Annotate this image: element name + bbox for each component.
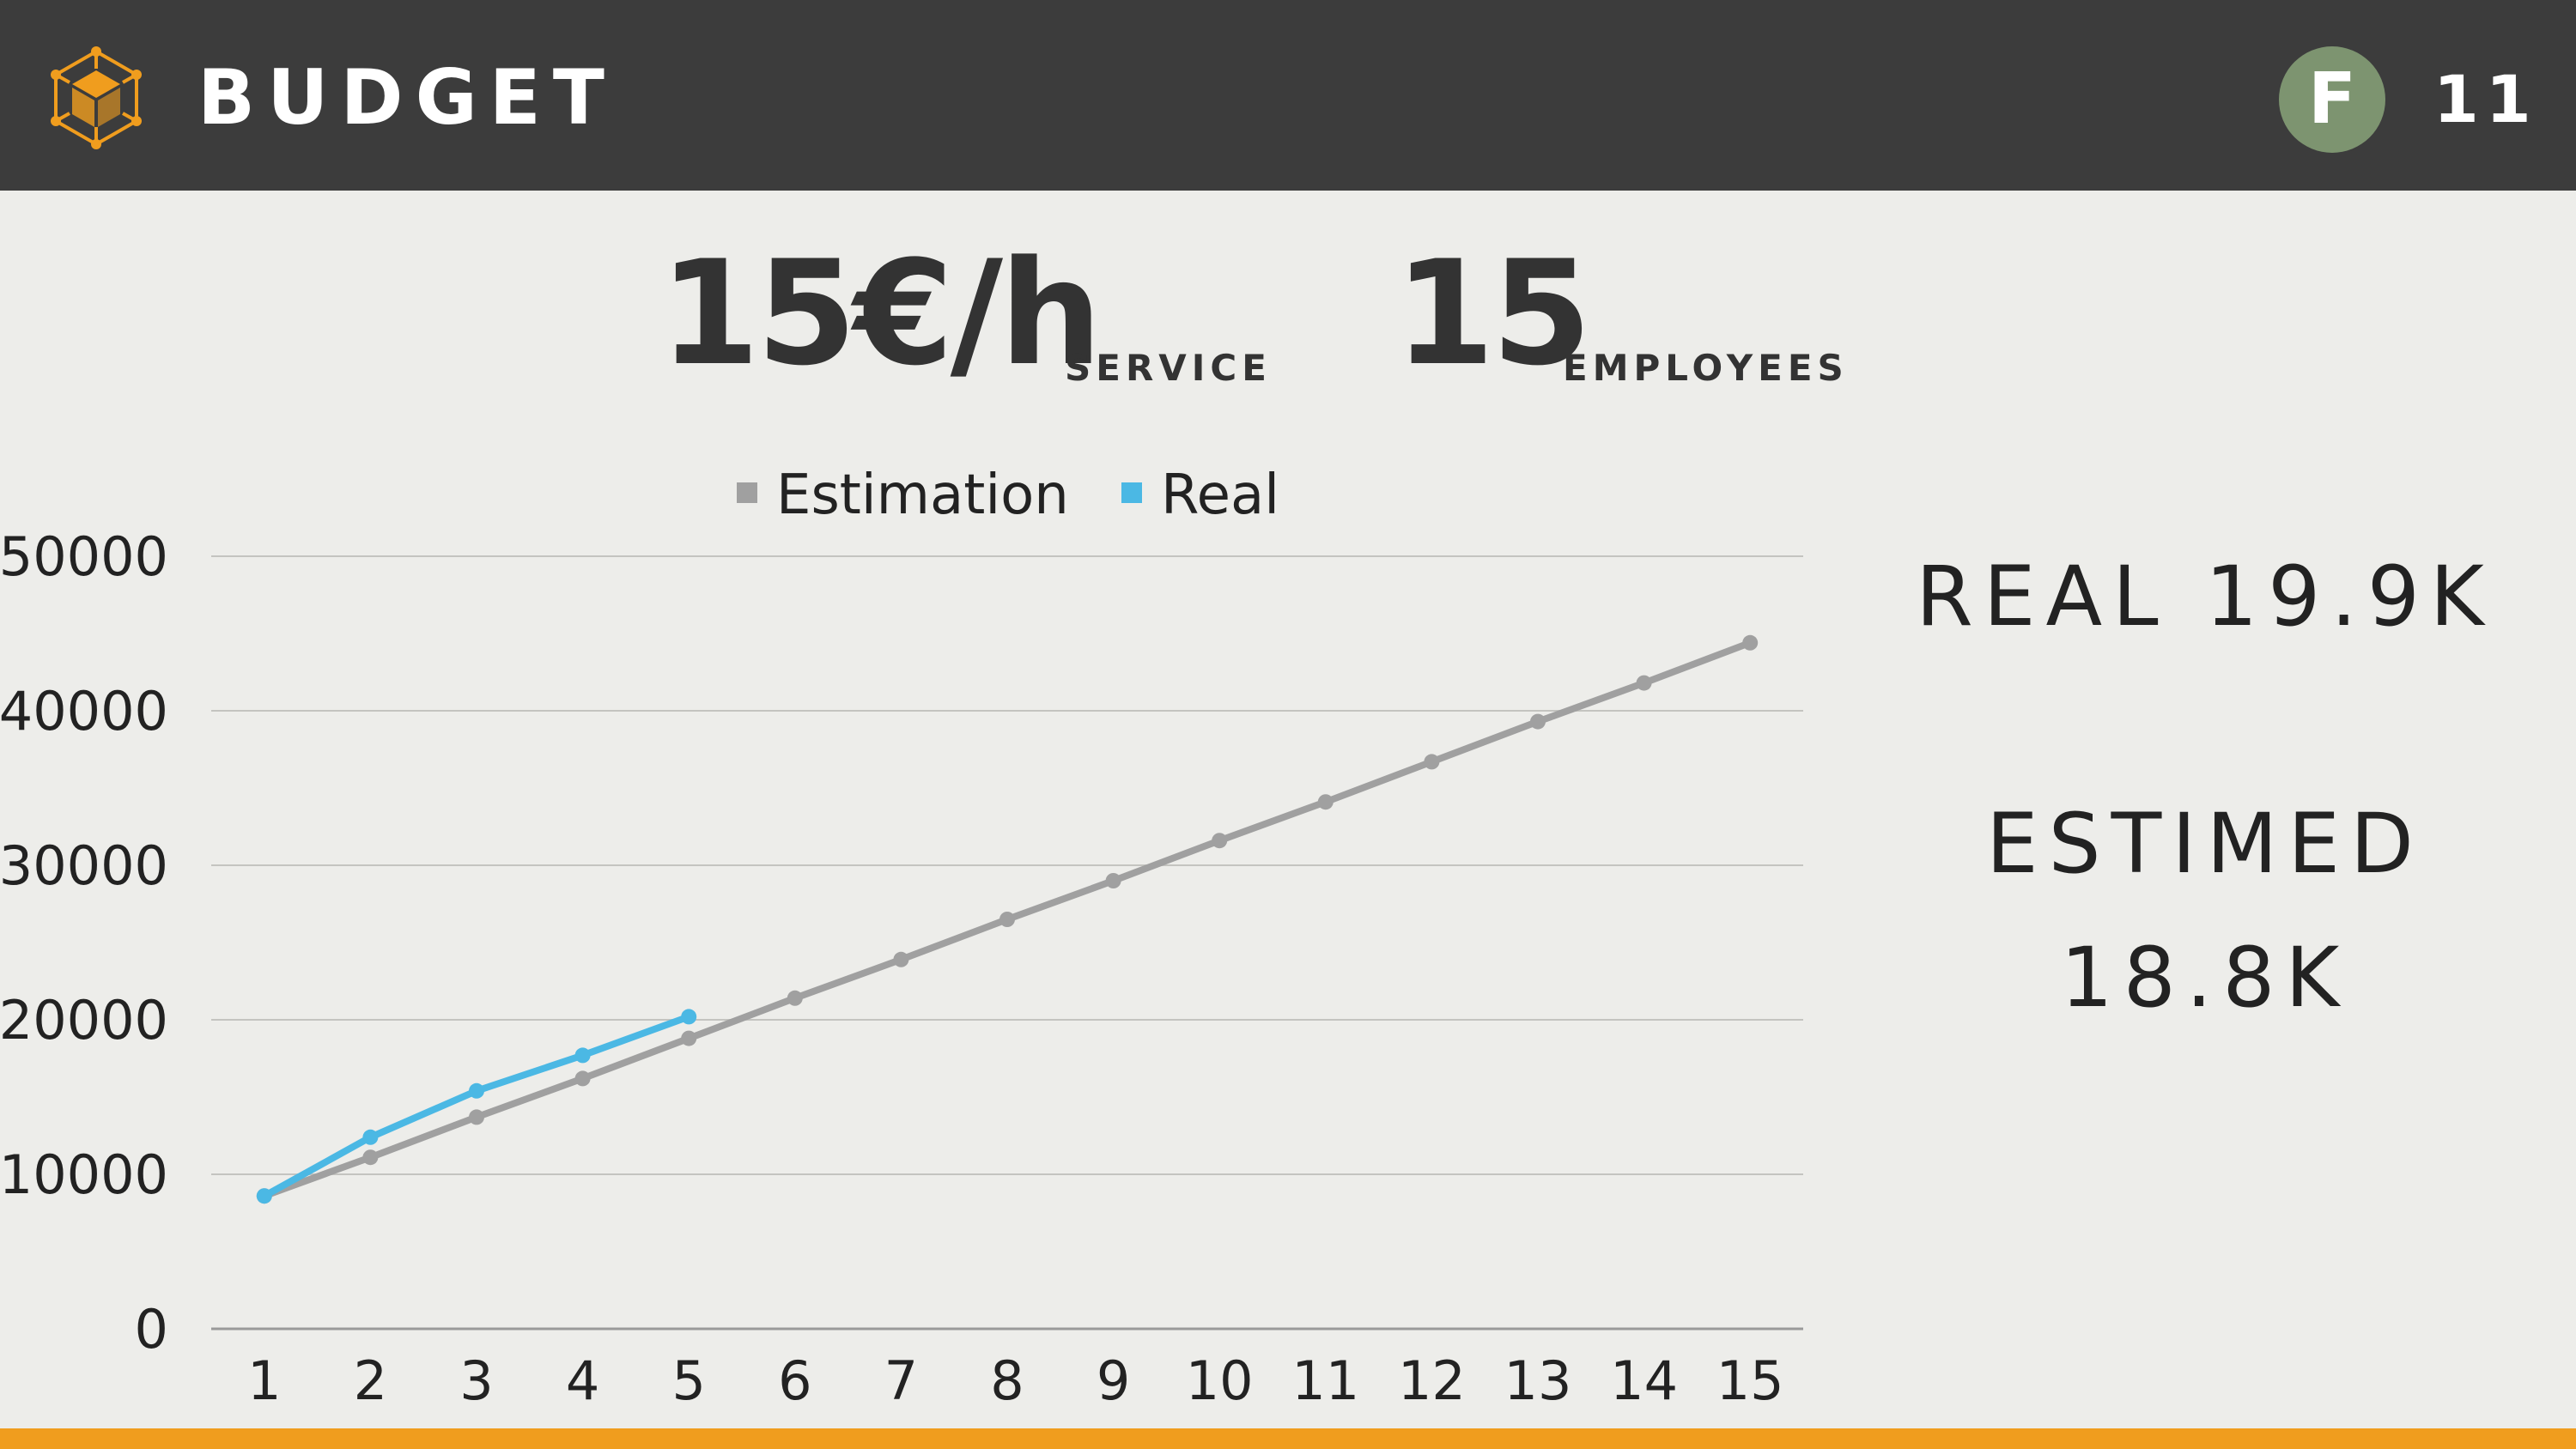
data-point-estimation [574,1070,591,1087]
x-tick-label: 3 [459,1349,493,1412]
series-line-real [260,1013,693,1200]
y-tick-label: 10000 [0,1143,168,1206]
data-point-estimation [362,1149,379,1166]
x-tick-label: 10 [1186,1349,1254,1412]
data-point-estimation [1105,873,1121,888]
x-tick-label: 12 [1398,1349,1466,1412]
y-tick-label: 20000 [0,989,168,1052]
legend-label-estimation: Estimation [776,464,1069,527]
x-tick-label: 1 [247,1349,281,1412]
y-tick-label: 40000 [0,680,168,743]
y-tick-label: 50000 [0,525,168,588]
x-tick-label: 4 [566,1349,599,1412]
data-point-estimation [1742,634,1759,651]
data-point-real [681,1009,697,1025]
data-point-estimation [1530,713,1546,730]
data-point-real [574,1047,591,1064]
x-tick-label: 8 [990,1349,1024,1412]
service-rate-label: SERVICE [1065,347,1272,389]
data-point-real [362,1129,379,1145]
data-point-estimation [1317,794,1334,810]
data-point-estimation [1636,675,1652,691]
y-tick-label: 30000 [0,834,168,897]
x-tick-label: 11 [1291,1349,1359,1412]
x-tick-label: 15 [1716,1349,1784,1412]
data-point-estimation [681,1030,697,1046]
data-point-estimation [999,912,1015,927]
real-total: REAL 19.9K [1916,549,2494,645]
service-rate-value: 15€/h [659,229,1103,397]
x-tick-label: 13 [1504,1349,1572,1412]
data-point-real [469,1082,484,1099]
x-tick-label: 2 [354,1349,387,1412]
data-point-real [256,1188,272,1204]
employees-count-value: 15 [1394,229,1592,397]
y-tick-label: 0 [135,1298,168,1361]
estimated-total: 18.8K [2060,930,2350,1026]
header-bar: BUDGET F 11 [0,0,2576,191]
bottom-accent-bar [0,1428,2576,1449]
page-number: 11 [2433,61,2538,137]
cube-network-icon [51,46,142,149]
data-point-estimation [1424,754,1440,770]
page-title: BUDGET [197,53,617,142]
x-tick-label: 5 [671,1349,705,1412]
legend-label-real: Real [1161,464,1279,527]
avatar[interactable]: F [2279,46,2385,153]
legend-swatch-estimation [737,482,757,503]
data-point-estimation [469,1109,484,1125]
employees-count-label: EMPLOYEES [1563,347,1849,389]
budget-line-chart: 010000200003000040000500001 2 3 4 5 6 7 8 9 10 11 1… [0,464,1803,1412]
x-tick-label: 6 [778,1349,811,1412]
data-point-estimation [1212,833,1228,849]
data-point-estimation [787,990,803,1006]
estimated-label: ESTIMED [1986,796,2424,892]
legend-swatch-real [1121,482,1142,503]
data-point-estimation [893,951,909,967]
x-tick-label: 9 [1097,1349,1130,1412]
x-tick-label: 7 [884,1349,918,1412]
x-tick-label: 14 [1610,1349,1678,1412]
